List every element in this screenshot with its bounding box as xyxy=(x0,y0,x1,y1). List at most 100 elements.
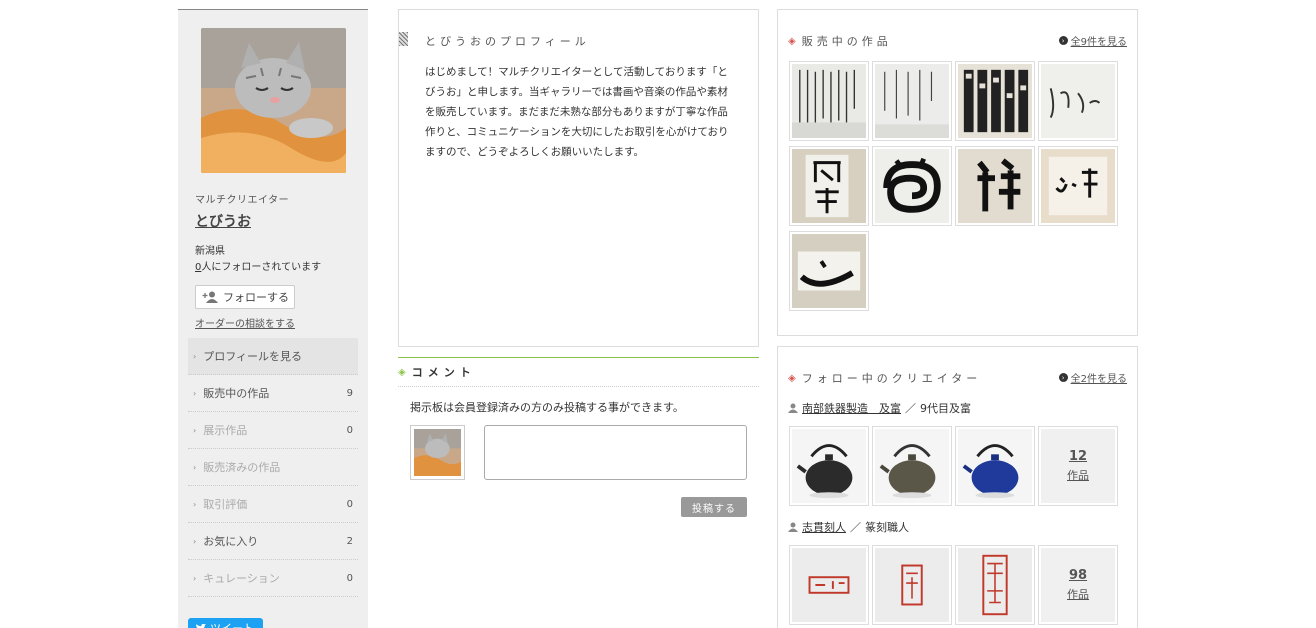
chevron-right-icon: › xyxy=(193,388,197,398)
add-user-icon xyxy=(202,291,218,303)
comment-avatar xyxy=(410,425,465,480)
sidebar-item-count: 0 xyxy=(346,572,353,584)
diamond-icon: ◈ xyxy=(788,35,796,47)
calligraphy-image xyxy=(875,64,949,138)
creator-role: 篆刻職人 xyxy=(865,521,909,534)
follow-button[interactable]: フォローする xyxy=(195,285,295,309)
sidebar-item-reviews[interactable]: › 取引評価 0 xyxy=(188,486,358,523)
works-panel-title: ◈ 販売中の作品 xyxy=(788,33,892,49)
chevron-right-icon: › xyxy=(193,573,197,583)
tweet-button[interactable]: ツイート xyxy=(188,618,263,628)
cat-avatar-image xyxy=(414,429,461,476)
calligraphy-image xyxy=(958,149,1032,223)
work-thumbnail[interactable] xyxy=(955,61,1035,141)
seal-stamp-image xyxy=(875,548,949,622)
sidebar-item-curation[interactable]: › キュレーション 0 xyxy=(188,560,358,597)
count-inner: 98 作品 xyxy=(1041,548,1115,622)
section-marker xyxy=(399,32,408,46)
sidebar-item-count: 9 xyxy=(346,387,353,399)
calligraphy-image xyxy=(875,149,949,223)
following-see-all-link[interactable]: › 全2件を見る xyxy=(1058,370,1127,385)
creator-separator: ／ xyxy=(850,521,861,534)
creator-role: マルチクリエイター xyxy=(195,195,290,206)
creator-work-thumbnail[interactable] xyxy=(872,545,952,625)
creator-work-thumbnail[interactable] xyxy=(955,426,1035,506)
sidebar-item-label: 展示作品 xyxy=(203,424,248,437)
work-thumbnail[interactable] xyxy=(789,231,869,311)
iron-kettle-image xyxy=(958,429,1032,503)
profile-title: とびうおのプロフィール xyxy=(425,35,590,48)
profile-section: とびうおのプロフィール はじめまして！マルチクリエイターとして活動しております「… xyxy=(398,9,759,347)
creator-name-link[interactable]: 志貫刻人 xyxy=(802,519,846,535)
follow-button-label: フォローする xyxy=(223,291,289,304)
sidebar-item-label: 販売中の作品 xyxy=(203,387,270,400)
creator-work-thumbnail[interactable] xyxy=(789,426,869,506)
calligraphy-image xyxy=(792,149,866,223)
creator-works-count[interactable]: 98 作品 xyxy=(1038,545,1118,625)
sidebar-item-label: 取引評価 xyxy=(203,498,248,511)
sidebar-item-exhibits[interactable]: › 展示作品 0 xyxy=(188,412,358,449)
creator-name-link[interactable]: 南部鉄器製造 及富 xyxy=(802,400,901,416)
iron-kettle-image xyxy=(875,429,949,503)
arrow-circle-icon: › xyxy=(1058,373,1068,382)
creator-name-link[interactable]: とびうお xyxy=(195,211,251,231)
creator-separator: ／ xyxy=(905,402,916,415)
work-thumbnail[interactable] xyxy=(789,61,869,141)
order-consult-link[interactable]: オーダーの相談をする xyxy=(195,315,295,330)
user-icon xyxy=(788,522,798,532)
calligraphy-image xyxy=(792,234,866,308)
following-title-text: フォロー中のクリエイター xyxy=(801,372,982,385)
followers-suffix: 人にフォローされています xyxy=(201,262,322,273)
sidebar-item-count: 0 xyxy=(346,424,353,436)
tweet-button-label: ツイート xyxy=(210,620,254,628)
works-title-text: 販売中の作品 xyxy=(801,35,892,48)
works-count-label: 作品 xyxy=(1067,588,1089,601)
creator-role: 9代目及富 xyxy=(920,402,971,415)
chevron-right-icon: › xyxy=(193,462,197,472)
seal-stamp-image xyxy=(792,548,866,622)
following-panel: ◈ フォロー中のクリエイター › 全2件を見る 南部鉄器製造 及富 ／ 9代目及富 12… xyxy=(777,346,1138,628)
profile-text: はじめまして！マルチクリエイターとして活動しております「とびうお」と申します。当… xyxy=(425,66,729,158)
sidebar-item-count: 2 xyxy=(346,535,353,547)
followers-info: 0人にフォローされています xyxy=(195,258,321,273)
work-thumbnail[interactable] xyxy=(872,146,952,226)
works-count-number: 98 xyxy=(1068,568,1088,583)
creator-prefecture: 新潟県 xyxy=(195,246,225,257)
creator-work-thumbnail[interactable] xyxy=(789,545,869,625)
post-comment-button[interactable]: 投稿する xyxy=(681,497,747,517)
sidebar-item-profile[interactable]: › プロフィールを見る xyxy=(188,338,358,375)
work-thumbnail[interactable] xyxy=(789,146,869,226)
sidebar: マルチクリエイター とびうお 新潟県 0人にフォローされています フォローする … xyxy=(178,9,368,628)
chevron-right-icon: › xyxy=(193,536,197,546)
twitter-bird-icon xyxy=(196,623,206,628)
work-thumbnail[interactable] xyxy=(1038,61,1118,141)
works-panel: ◈ 販売中の作品 › 全9件を見る xyxy=(777,9,1138,336)
diamond-icon: ◈ xyxy=(788,372,796,384)
following-panel-title: ◈ フォロー中のクリエイター xyxy=(788,370,981,386)
sidebar-item-sold[interactable]: › 販売済みの作品 xyxy=(188,449,358,486)
work-thumbnail[interactable] xyxy=(955,146,1035,226)
chevron-right-icon: › xyxy=(193,351,197,361)
cat-photo-image xyxy=(201,28,346,173)
sidebar-item-on-sale[interactable]: › 販売中の作品 9 xyxy=(188,375,358,412)
sidebar-item-favorites[interactable]: › お気に入り 2 xyxy=(188,523,358,560)
creator-works-count[interactable]: 12 作品 xyxy=(1038,426,1118,506)
work-thumbnail[interactable] xyxy=(1038,146,1118,226)
avatar[interactable] xyxy=(201,28,346,173)
sidebar-item-count: 0 xyxy=(346,498,353,510)
sidebar-item-label: プロフィールを見る xyxy=(203,350,302,363)
diamond-icon: ◈ xyxy=(398,366,406,378)
comment-textarea[interactable] xyxy=(484,425,747,480)
calligraphy-image xyxy=(792,64,866,138)
iron-kettle-image xyxy=(792,429,866,503)
work-thumbnail[interactable] xyxy=(872,61,952,141)
chevron-right-icon: › xyxy=(193,499,197,509)
user-icon xyxy=(788,403,798,413)
calligraphy-image xyxy=(958,64,1032,138)
creator-work-thumbnail[interactable] xyxy=(872,426,952,506)
works-see-all-link[interactable]: › 全9件を見る xyxy=(1058,33,1127,48)
creator-row: 志貫刻人 ／ 篆刻職人 xyxy=(788,519,909,535)
works-count-label: 作品 xyxy=(1067,469,1089,482)
creator-work-thumbnail[interactable] xyxy=(955,545,1035,625)
see-all-label: 全2件を見る xyxy=(1070,374,1127,385)
